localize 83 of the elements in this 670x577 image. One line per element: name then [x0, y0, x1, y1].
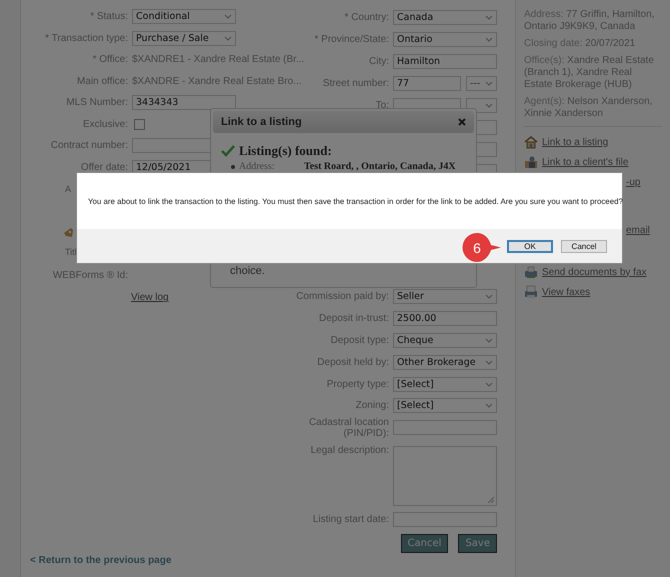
sidebar-link[interactable]: Link to a client's file [542, 156, 628, 168]
input-field[interactable] [393, 512, 497, 527]
chevron-down-icon [485, 402, 493, 410]
field-label: Deposit held by: [317, 356, 389, 368]
chevron-down-icon [485, 358, 493, 366]
field-label: Titl [65, 247, 77, 258]
field-label: Property type: [326, 378, 389, 390]
chevron-down-icon [485, 14, 493, 20]
field-value: $XANDRE - Xandre Real Estate Bro... [132, 76, 302, 87]
field-label: WEBForms ® Id: [52, 270, 128, 280]
chevron-down-icon [485, 336, 493, 344]
select-field[interactable]: Ontario [393, 32, 497, 46]
select-field[interactable]: --- [466, 76, 497, 90]
input-field[interactable]: Hamilton [393, 54, 497, 68]
bullet-icon [231, 164, 235, 168]
field-label: A [65, 184, 72, 194]
field-label: * Status: [90, 11, 128, 22]
sidebar-link[interactable]: -up [626, 176, 640, 188]
address-label: Address: [239, 161, 276, 172]
step-callout: 6 [462, 232, 502, 263]
return-link[interactable]: < Return to the previous page [30, 555, 172, 566]
chevron-down-icon [485, 102, 493, 108]
field-label: To: [376, 100, 389, 110]
tag-icon [63, 226, 74, 238]
chevron-down-icon [485, 293, 493, 300]
input-field[interactable] [393, 420, 497, 436]
chevron-down-icon [485, 36, 493, 42]
resize-grip-icon [487, 496, 495, 504]
input-field[interactable]: 3434343 [132, 95, 236, 110]
chevron-down-icon [485, 80, 493, 86]
field-label: Legal description: [310, 444, 389, 456]
select-field[interactable]: Cheque [393, 332, 497, 348]
sidebar-link[interactable]: View faxes [542, 286, 590, 298]
fax-machine-icon [524, 265, 538, 279]
select-field[interactable]: [Select] [393, 376, 497, 392]
house-icon [524, 135, 538, 149]
chevron-down-icon [224, 13, 232, 20]
field-label: * Office: [92, 54, 128, 66]
dialog-title: Link to a listing [221, 116, 302, 128]
chevron-down-icon [224, 34, 232, 42]
ok-button[interactable]: OK [507, 240, 553, 252]
chevron-down-icon [485, 380, 493, 388]
select-field[interactable]: Seller [393, 289, 497, 304]
field-label: * Transaction type: [45, 32, 128, 44]
sidebar-link[interactable]: Send documents by fax [542, 266, 647, 278]
field-label: Exclusive: [82, 118, 128, 130]
text-area[interactable] [393, 446, 497, 506]
select-field[interactable]: Conditional [132, 9, 236, 24]
select-field[interactable]: [Select] [393, 398, 497, 414]
found-heading: Listing(s) found: [239, 143, 332, 159]
field-label: Contract number: [50, 140, 128, 152]
field-label: MLS Number: [66, 97, 128, 108]
select-field[interactable]: Purchase / Sale [132, 30, 236, 46]
cancel-button[interactable]: Cancel [561, 240, 607, 252]
field-label: * Province/State: [314, 34, 389, 44]
close-icon [458, 118, 466, 126]
input-field[interactable]: 2500.00 [393, 311, 497, 326]
field-label: Cadastral location (PIN/PID): [308, 416, 389, 439]
checkbox[interactable] [134, 118, 145, 130]
field-label: City: [369, 56, 389, 66]
checkmark-icon [221, 145, 235, 157]
field-label: Offer date: [80, 162, 128, 173]
dialog-text: choice. [230, 265, 265, 277]
select-field[interactable]: Other Brokerage [393, 354, 497, 370]
field-label: Deposit in-trust: [318, 313, 389, 324]
view-log-link[interactable]: View log [131, 292, 169, 304]
field-value: $XANDRE1 - Xandre Real Estate (Br... [132, 54, 304, 66]
field-label: * Country: [344, 12, 389, 22]
field-label: Zoning: [356, 400, 389, 412]
select-field[interactable]: Canada [393, 10, 497, 24]
input-field[interactable]: 77 [393, 76, 461, 90]
printer-icon [524, 285, 538, 299]
sidebar-link[interactable]: email [626, 224, 650, 236]
field-label: Commission paid by: [296, 291, 389, 302]
close-button[interactable] [458, 118, 466, 126]
address-value: Test Roard, , Ontario, Canada, J4X [304, 161, 456, 172]
sidebar-link[interactable]: Link to a listing [542, 136, 608, 148]
person-icon [524, 155, 538, 169]
field-label: Street number: [322, 78, 389, 88]
select-field[interactable] [466, 98, 497, 112]
field-label: Listing start date: [312, 514, 389, 525]
field-label: Main office: [77, 76, 128, 87]
field-label: Deposit type: [330, 334, 389, 346]
